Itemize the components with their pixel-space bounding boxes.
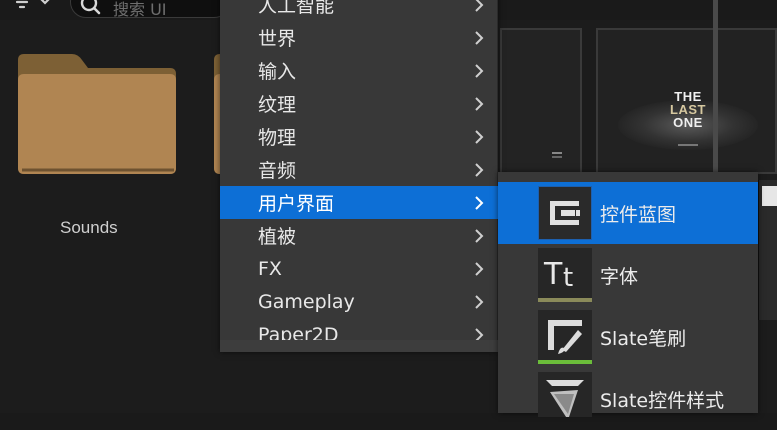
folder-label: Sounds	[60, 218, 118, 237]
folder-icon	[18, 54, 176, 174]
menu-item-paper2d[interactable]: Paper2D	[220, 318, 498, 340]
folder-sounds[interactable]	[14, 50, 180, 178]
submenu-item-label: Slate控件样式	[600, 389, 725, 412]
submenu-item-widget-blueprint[interactable]: 控件蓝图	[498, 182, 758, 244]
menu-item-label: 植被	[258, 226, 297, 248]
search-placeholder: 搜索 UI	[113, 0, 167, 19]
chevron-right-icon	[475, 64, 484, 78]
search-input[interactable]: 搜索 UI	[70, 0, 230, 19]
menu-item-label: 世界	[258, 28, 297, 50]
svg-text:t: t	[563, 263, 573, 293]
menu-item-fx[interactable]: FX	[220, 252, 498, 285]
menu-item-audio[interactable]: 音频	[220, 153, 498, 186]
menu-item-user-interface[interactable]: 用户界面	[220, 186, 498, 219]
menu-footer	[220, 340, 498, 352]
poster-subtext	[678, 144, 698, 146]
asset-chip	[762, 186, 777, 206]
menu-item-gameplay[interactable]: Gameplay	[220, 285, 498, 318]
poster-thumbnail[interactable]: THE LAST ONE	[596, 28, 777, 174]
menu-item-label: 人工智能	[258, 0, 335, 17]
submenu-item-font[interactable]: T t 字体	[498, 244, 758, 306]
menu-item-label: 音频	[258, 160, 297, 182]
chevron-right-icon	[475, 196, 484, 210]
filter-lines-icon	[15, 0, 50, 9]
menu-item-input[interactable]: 输入	[220, 54, 498, 87]
chevron-right-icon	[475, 229, 484, 243]
chevron-right-icon	[475, 262, 484, 276]
widget-blueprint-icon	[538, 186, 592, 240]
chevron-right-icon	[475, 163, 484, 177]
menu-item-label: 输入	[258, 61, 297, 83]
menu-item-label: Gameplay	[258, 290, 355, 313]
slate-widget-style-icon	[538, 372, 592, 417]
menu-item-label: 用户界面	[258, 193, 335, 215]
chevron-down-icon	[40, 0, 50, 5]
search-icon	[80, 0, 101, 15]
submenu-item-slate-widget-style[interactable]: Slate控件样式	[498, 368, 758, 430]
menu-item-foliage[interactable]: 植被	[220, 219, 498, 252]
submenu-item-label: Slate笔刷	[600, 327, 687, 350]
chevron-right-icon	[475, 295, 484, 309]
slate-brush-icon	[538, 310, 592, 364]
svg-text:T: T	[543, 257, 563, 292]
thumbnail-mark	[552, 152, 562, 158]
menu-item-texture[interactable]: 纹理	[220, 87, 498, 120]
poster-title: THE LAST ONE	[670, 89, 706, 130]
menu-item-ai[interactable]: 人工智能	[220, 0, 498, 21]
menu-item-physics[interactable]: 物理	[220, 120, 498, 153]
user-interface-submenu: 控件蓝图 T t 字体 Slate笔刷 Slate控件样式	[498, 172, 758, 417]
menu-item-world[interactable]: 世界	[220, 21, 498, 54]
submenu-item-slate-brush[interactable]: Slate笔刷	[498, 306, 758, 368]
submenu-item-label: 控件蓝图	[600, 203, 677, 226]
menu-item-label: 物理	[258, 127, 297, 149]
font-icon: T t	[538, 248, 592, 302]
chevron-right-icon	[475, 328, 484, 340]
menu-item-label: FX	[258, 257, 282, 280]
category-menu: 人工智能 世界 输入 纹理 物理 音频 用户界面 植被 FX Gameplay …	[220, 0, 718, 352]
chevron-right-icon	[475, 0, 484, 12]
filter-button[interactable]	[8, 0, 60, 16]
chevron-right-icon	[475, 31, 484, 45]
menu-item-label: 纹理	[258, 94, 297, 116]
submenu-item-label: 字体	[600, 265, 639, 288]
chevron-right-icon	[475, 97, 484, 111]
asset-thumbnail[interactable]	[500, 28, 582, 174]
menu-item-label: Paper2D	[258, 324, 339, 340]
chevron-right-icon	[475, 130, 484, 144]
